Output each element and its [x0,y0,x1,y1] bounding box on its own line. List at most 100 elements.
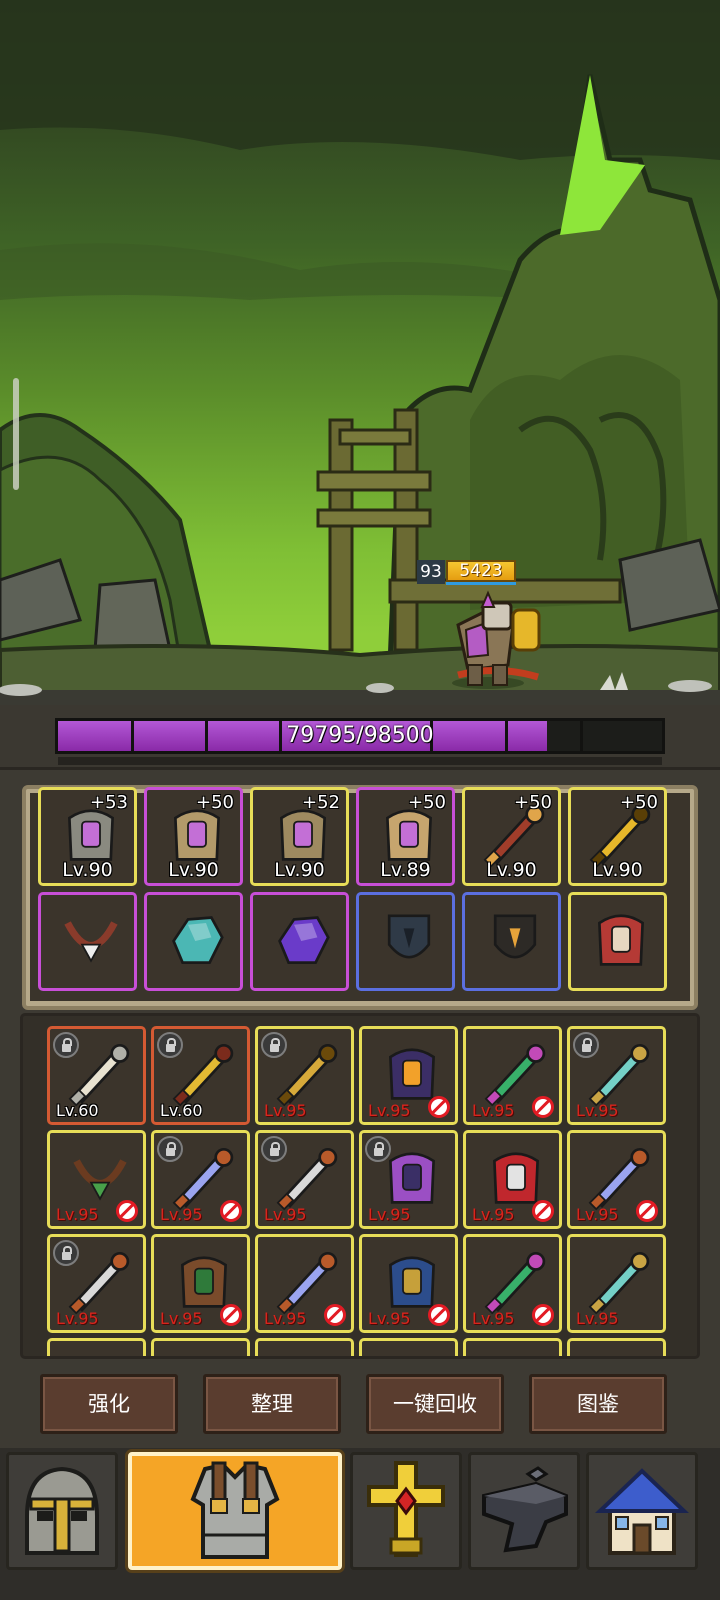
lock-icon[interactable] [261,1136,287,1162]
bag-item-slot[interactable] [567,1338,666,1356]
equipped-slot-helmet[interactable]: +53 Lv.90 [38,787,137,886]
item-level: Lv.89 [380,859,431,881]
bag-item-slot[interactable]: Lv.95 [255,1130,354,1229]
accessory-slot[interactable] [462,892,561,991]
item-level: Lv.60 [56,1101,99,1120]
player-power-underline [446,582,516,585]
hp-bar-shadow [58,757,662,765]
bag-panel[interactable]: Lv.60 Lv.60 Lv.95 Lv.95 Lv.95 Lv.95 Lv.9… [20,1013,700,1359]
item-level: Lv.90 [168,859,219,881]
bag-item-slot[interactable] [255,1338,354,1356]
bag-item-slot[interactable]: Lv.95 [567,1234,666,1333]
accessory-slot[interactable] [38,892,137,991]
accessory-slot[interactable] [356,892,455,991]
helm-mask-icon [598,914,644,966]
lock-icon[interactable] [573,1032,599,1058]
organize-button[interactable]: 整理 [203,1374,341,1434]
equipped-slot-legs[interactable]: +50 Lv.89 [356,787,455,886]
bag-item-slot[interactable] [463,1338,562,1356]
recycle-all-button[interactable]: 一键回收 [366,1374,504,1434]
enhance-level: +52 [302,792,340,813]
item-level: Lv.95 [264,1205,307,1224]
player-level: 93 [417,560,445,584]
lock-icon[interactable] [365,1136,391,1162]
lock-icon[interactable] [53,1240,79,1266]
bag-item-slot[interactable]: Lv.95 [47,1130,146,1229]
bag-item-slot[interactable]: Lv.60 [151,1026,250,1125]
anvil-icon [482,1466,568,1553]
hero-character [452,590,541,689]
item-level: Lv.60 [160,1101,203,1120]
equipped-slot-shoulder[interactable]: +50 Lv.90 [144,787,243,886]
bag-item-slot[interactable]: Lv.95 [463,1234,562,1333]
equipped-slot-hammer[interactable]: +50 Lv.90 [568,787,667,886]
teal-gem-icon [172,916,224,964]
no-equip-icon [532,1200,554,1222]
bag-item-slot[interactable]: Lv.95 [359,1130,458,1229]
knight-helmet-icon [25,1466,99,1555]
nav-tab-equipment[interactable] [128,1452,342,1570]
bag-item-slot[interactable]: Lv.95 [151,1130,250,1229]
bag-item-slot[interactable]: Lv.95 [151,1234,250,1333]
no-equip-icon [636,1200,658,1222]
bag-item-slot[interactable]: Lv.95 [47,1234,146,1333]
no-equip-icon [532,1304,554,1326]
bag-item-slot[interactable]: Lv.95 [359,1234,458,1333]
bag-item-slot[interactable]: Lv.95 [463,1026,562,1125]
no-equip-icon [116,1200,138,1222]
enhance-level: +50 [620,792,658,813]
bag-item-slot[interactable]: Lv.95 [463,1130,562,1229]
item-level: Lv.90 [486,859,537,881]
enhance-level: +50 [514,792,552,813]
enhance-level: +50 [196,792,234,813]
enhance-button[interactable]: 强化 [40,1374,178,1434]
codex-button[interactable]: 图鉴 [529,1374,667,1434]
bag-item-slot[interactable]: Lv.95 [255,1234,354,1333]
equipped-slot-chest[interactable]: +52 Lv.90 [250,787,349,886]
item-level: Lv.95 [264,1101,307,1120]
lock-icon[interactable] [261,1032,287,1058]
bag-item-slot[interactable]: Lv.95 [359,1026,458,1125]
nav-tab-hero[interactable] [6,1452,118,1570]
item-level: Lv.95 [56,1309,99,1328]
lock-icon[interactable] [157,1136,183,1162]
shield-icon [387,914,431,959]
boss-hp-text: 79795/98500 [286,723,434,748]
rune-card-icon [493,914,537,959]
bag-item-slot[interactable]: Lv.60 [47,1026,146,1125]
bag-item-slot[interactable]: Lv.95 [567,1026,666,1125]
accessory-slot[interactable] [144,892,243,991]
enhance-level: +50 [408,792,446,813]
nav-tab-town[interactable] [586,1452,698,1570]
bag-item-slot[interactable] [47,1338,146,1356]
purple-gem-icon [278,916,330,964]
side-drawer-handle[interactable] [13,378,19,490]
boss-hp-bar: 79795/98500 [55,718,665,754]
armor-vest-icon [190,1461,280,1559]
game-screen: 93 5423 79795/98500 +53 Lv.90 +50 Lv.90 +5… [0,0,720,1600]
no-equip-icon [324,1304,346,1326]
bag-item-slot[interactable] [151,1338,250,1356]
no-equip-icon [428,1096,450,1118]
bag-item-slot[interactable]: Lv.95 [567,1130,666,1229]
accessory-slot[interactable] [568,892,667,991]
bag-item-slot[interactable] [359,1338,458,1356]
enhance-level: +53 [90,792,128,813]
item-level: Lv.90 [592,859,643,881]
accessory-slot[interactable] [250,892,349,991]
equipped-slot-sword[interactable]: +50 Lv.90 [462,787,561,886]
item-level: Lv.95 [368,1205,411,1224]
scene-background [0,0,720,705]
nav-tab-forge[interactable] [468,1452,580,1570]
nav-tab-skills[interactable] [350,1452,462,1570]
item-level: Lv.95 [576,1101,619,1120]
lock-icon[interactable] [157,1032,183,1058]
item-level: Lv.90 [62,859,113,881]
player-power: 5423 [446,560,516,582]
no-equip-icon [220,1304,242,1326]
lock-icon[interactable] [53,1032,79,1058]
house-icon [595,1468,689,1555]
bag-item-slot[interactable]: Lv.95 [255,1026,354,1125]
fang-necklace-icon [64,921,118,963]
item-level: Lv.95 [576,1309,619,1328]
